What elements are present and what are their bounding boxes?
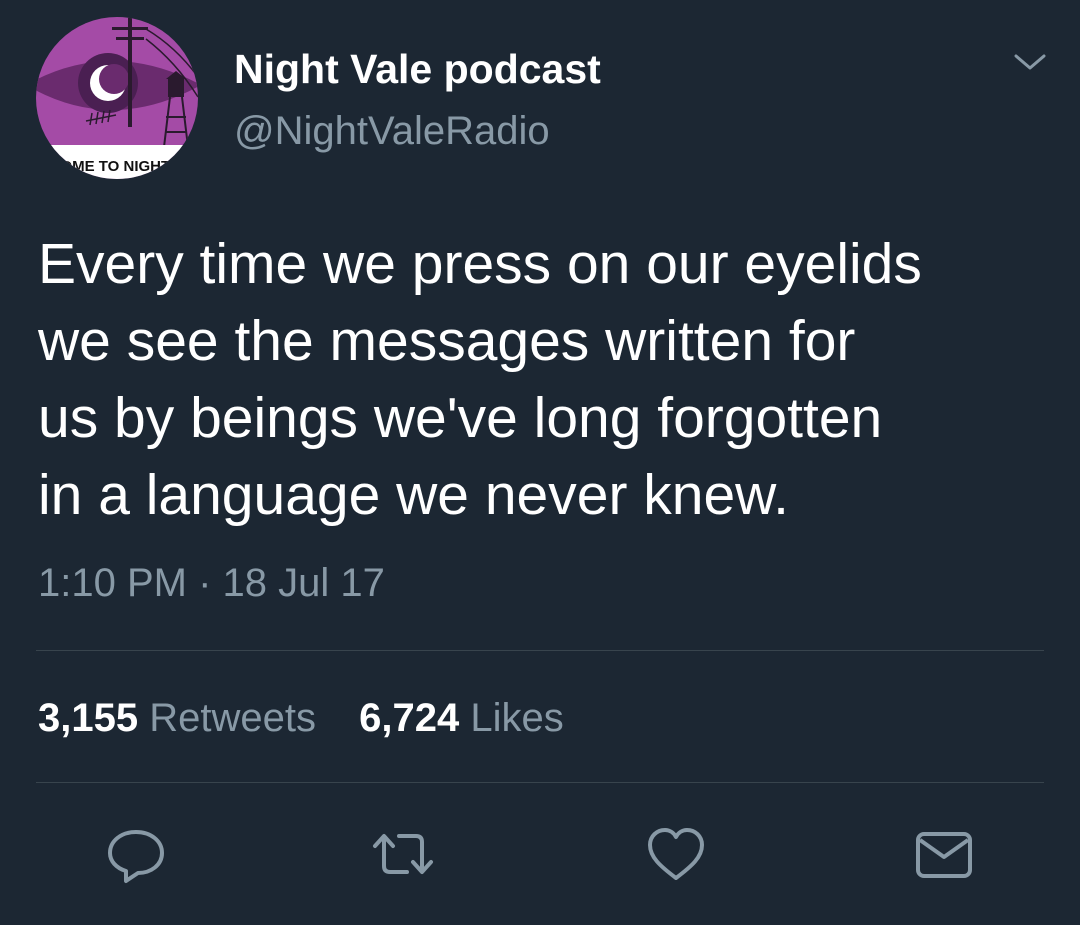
retweet-icon — [373, 834, 433, 874]
likes-stat[interactable]: 6,724 Likes — [359, 693, 564, 743]
retweets-stat[interactable]: 3,155 Retweets — [38, 693, 316, 743]
tweet-text: Every time we press on our eyelids we se… — [38, 232, 922, 527]
like-button[interactable] — [646, 826, 706, 884]
display-name[interactable]: Night Vale podcast — [234, 44, 601, 94]
retweets-label: Retweets — [149, 696, 316, 740]
heart-icon — [648, 828, 704, 880]
engagement-stats: 3,155 Retweets 6,724 Likes — [38, 693, 596, 743]
user-handle[interactable]: @NightValeRadio — [234, 106, 550, 156]
chevron-down-icon[interactable] — [1010, 44, 1050, 80]
envelope-icon — [916, 832, 972, 878]
night-vale-logo-icon: COME TO NIGHT V — [36, 17, 198, 179]
divider — [36, 650, 1044, 651]
direct-message-button[interactable] — [914, 826, 974, 884]
reply-icon — [108, 830, 164, 883]
retweet-button[interactable] — [371, 826, 433, 884]
tweet-timestamp[interactable]: 1:10 PM · 18 Jul 17 — [38, 558, 385, 608]
divider — [36, 782, 1044, 783]
retweets-count: 3,155 — [38, 696, 139, 740]
avatar-text: COME TO NIGHT V — [50, 158, 185, 175]
reply-button[interactable] — [106, 826, 166, 884]
likes-label: Likes — [470, 696, 564, 740]
avatar[interactable]: COME TO NIGHT V — [36, 17, 198, 179]
likes-count: 6,724 — [359, 696, 460, 740]
tweet-card: COME TO NIGHT V Night Vale podcast @Nigh… — [0, 0, 1080, 925]
